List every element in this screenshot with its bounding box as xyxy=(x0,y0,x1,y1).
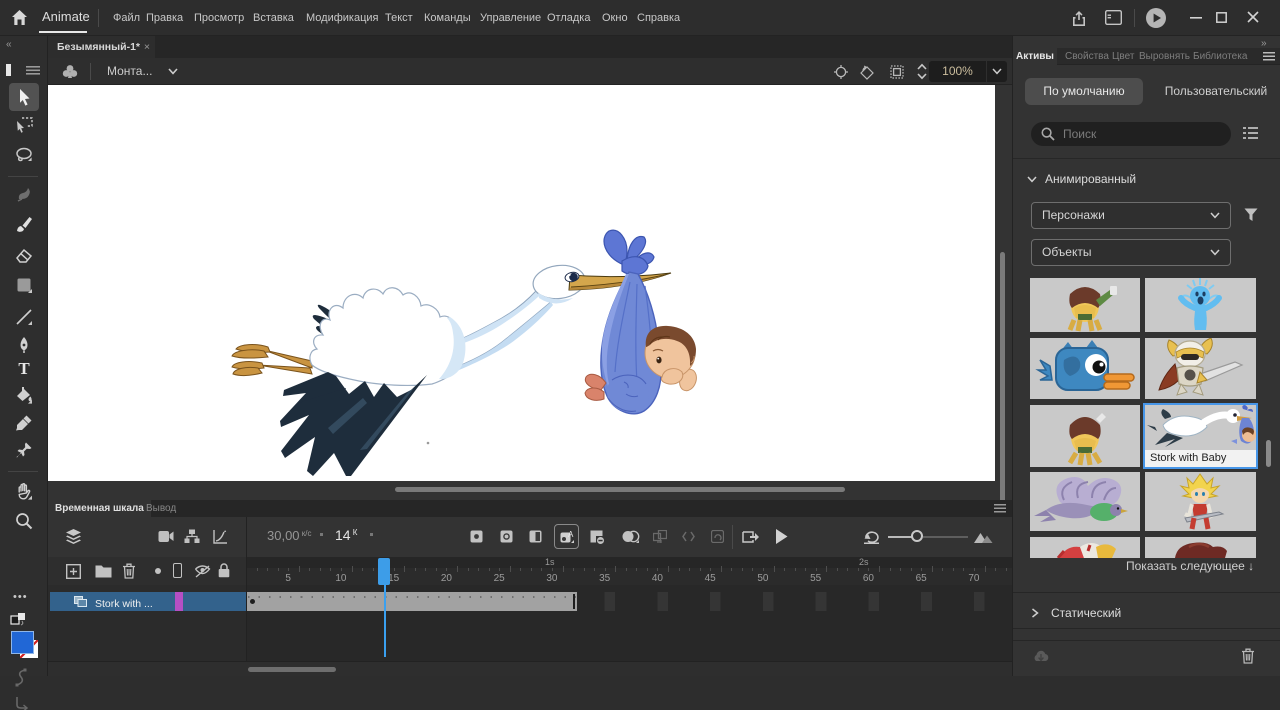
svg-text:A: A xyxy=(568,530,574,539)
